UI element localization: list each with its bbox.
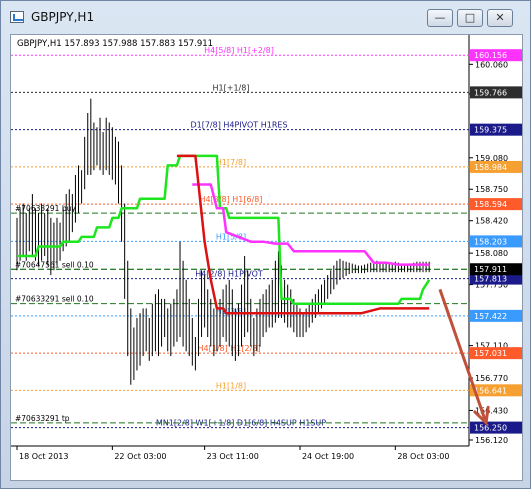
current-price-label: 157.911 — [474, 265, 507, 274]
y-tick-label: 158.080 — [475, 249, 508, 258]
order-label: #70633291 tp — [15, 414, 70, 423]
x-tick-label: 22 Oct 03:00 — [114, 452, 166, 461]
level-price-label: 158.203 — [474, 237, 507, 246]
maximize-button[interactable]: □ — [457, 9, 483, 27]
x-tick-label: 24 Oct 19:00 — [302, 452, 354, 461]
order-label: #70633291 buy — [15, 204, 76, 213]
chart-window: GBPJPY,H1 — □ ✕ GBPJPY,H1 157.893 157.98… — [0, 0, 531, 489]
price-chart[interactable]: GBPJPY,H1 157.893 157.988 157.883 157.91… — [11, 35, 522, 480]
chart-window-icon — [10, 11, 24, 23]
y-tick-label: 156.120 — [475, 436, 508, 445]
y-tick-label: 156.770 — [475, 374, 508, 383]
level-name-label: H4[2/8] H1PIVOT — [195, 270, 263, 279]
y-tick-label: 158.750 — [475, 185, 508, 194]
chart-header: GBPJPY,H1 157.893 157.988 157.883 157.91… — [17, 39, 213, 49]
x-tick-label: 23 Oct 11:00 — [207, 452, 259, 461]
level-price-label: 159.375 — [474, 126, 507, 135]
level-price-label: 160.156 — [474, 51, 507, 60]
level-name-label: H1[+1/8] — [213, 83, 250, 92]
x-tick-label: 18 Oct 2013 — [19, 452, 68, 461]
level-name-label: H4[5/8] H1[+2/8] — [204, 46, 274, 55]
level-price-label: 156.641 — [474, 386, 507, 395]
level-name-label: H4[3/8] H1[6/8] — [200, 195, 263, 204]
close-button[interactable]: ✕ — [487, 9, 513, 27]
chart-area[interactable]: GBPJPY,H1 157.893 157.988 157.883 157.91… — [10, 34, 523, 481]
level-price-label: 158.594 — [474, 200, 507, 209]
level-price-label: 157.813 — [474, 275, 507, 284]
minimize-button[interactable]: — — [427, 9, 453, 27]
level-price-label: 158.984 — [474, 163, 507, 172]
window-title: GBPJPY,H1 — [31, 10, 95, 24]
level-name-label: H1[7/8] — [216, 158, 246, 167]
title-bar[interactable]: GBPJPY,H1 — □ ✕ — [1, 1, 530, 33]
x-tick-label: 28 Oct 03:00 — [397, 452, 449, 461]
level-name-label: D1[7/8] H4PIVOT H1RES — [190, 121, 287, 130]
level-price-label: 157.422 — [474, 312, 507, 321]
level-name-label: H1[1/8] — [216, 381, 246, 390]
plot-background — [11, 35, 522, 480]
y-tick-label: 160.060 — [475, 60, 508, 69]
level-price-label: 159.766 — [474, 88, 507, 97]
level-price-label: 157.031 — [474, 349, 507, 358]
y-tick-label: 158.420 — [475, 217, 508, 226]
level-price-label: 156.250 — [474, 424, 507, 433]
order-label: #70647561 sell 0.10 — [15, 260, 94, 269]
order-label: #70633291 sell 0.10 — [15, 295, 94, 304]
